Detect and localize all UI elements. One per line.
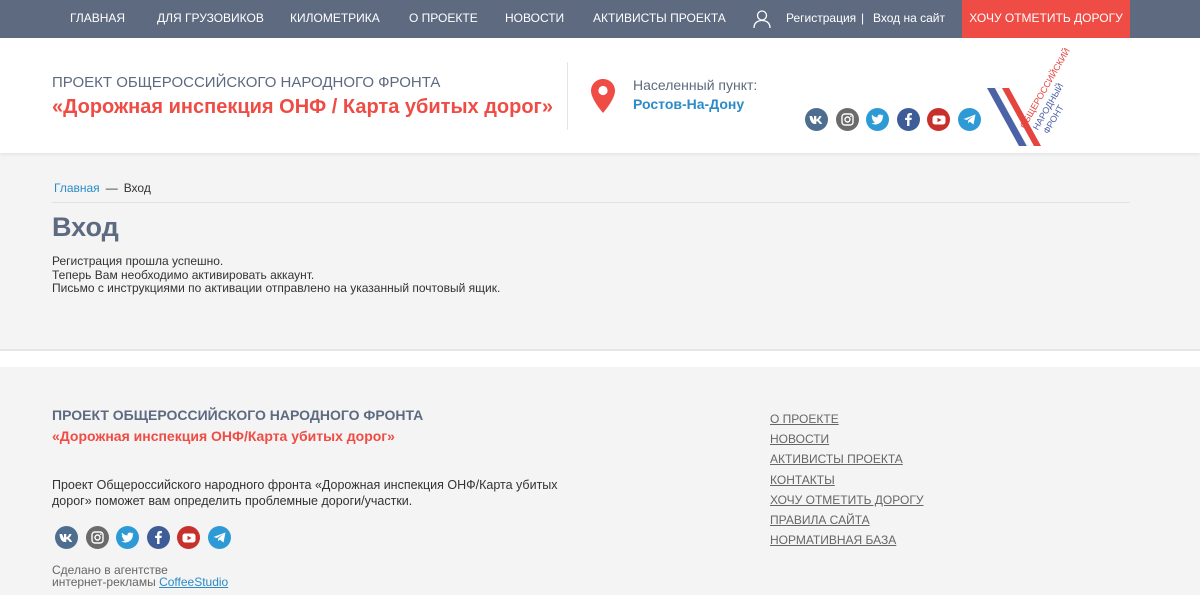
footer-link-news[interactable]: Новости xyxy=(770,432,923,452)
location-value[interactable]: Ростов-На-Дону xyxy=(633,96,744,112)
vk-icon[interactable] xyxy=(55,526,78,549)
site-footer: Проект общероссийского народного фронта … xyxy=(0,367,1200,595)
footer-project-line: Проект общероссийского народного фронта xyxy=(52,407,424,423)
instagram-icon[interactable] xyxy=(835,108,859,131)
location-label: Населенный пункт: xyxy=(633,77,758,93)
registration-message: Регистрация прошла успешно. Теперь Вам н… xyxy=(52,254,501,296)
top-navigation: Главная Для грузовиков Километрика О про… xyxy=(0,0,1200,38)
page-title: Вход xyxy=(52,212,119,242)
onf-logo[interactable]: ОБЩЕРОССИЙСКИЙ НАРОДНЫЙ ФРОНТ xyxy=(985,46,1110,146)
project-title[interactable]: «Дорожная инспекция ОНФ / Карта убитых д… xyxy=(52,96,553,119)
youtube-icon[interactable] xyxy=(177,526,200,549)
nav-kilometrika[interactable]: Километрика xyxy=(290,0,380,38)
site-header: Проект общероссийского народного фронта … xyxy=(0,38,1200,153)
footer-link-about[interactable]: О проекте xyxy=(770,412,923,432)
instagram-icon[interactable] xyxy=(85,526,109,549)
footer-link-activists[interactable]: Активисты проекта xyxy=(770,452,923,472)
message-line-3: Письмо с инструкциями по активации отпра… xyxy=(52,281,501,295)
agency-link[interactable]: CoffeeStudio xyxy=(159,575,228,589)
message-line-2: Теперь Вам необходимо активировать аккау… xyxy=(52,267,315,282)
login-link[interactable]: Вход на сайт xyxy=(873,0,945,38)
breadcrumb-current: Вход xyxy=(123,181,151,195)
nav-home[interactable]: Главная xyxy=(70,0,125,38)
youtube-icon[interactable] xyxy=(927,108,950,131)
footer-social-links xyxy=(55,526,238,549)
header-social-links xyxy=(805,108,988,131)
nav-for-trucks[interactable]: Для грузовиков xyxy=(157,0,264,38)
facebook-icon[interactable] xyxy=(896,108,920,131)
register-link[interactable]: Регистрация xyxy=(786,0,856,38)
footer-link-rules[interactable]: Правила сайта xyxy=(770,513,923,533)
breadcrumb-home-link[interactable]: Главная xyxy=(54,181,100,195)
message-line-1: Регистрация прошла успешно. xyxy=(52,254,224,268)
nav-activists[interactable]: Активисты проекта xyxy=(593,0,726,38)
footer-link-mark-road[interactable]: Хочу отметить дорогу xyxy=(770,493,923,513)
user-icon xyxy=(753,10,771,29)
footer-link-regulations[interactable]: Нормативная база xyxy=(770,533,923,553)
footer-link-contacts[interactable]: Контакты xyxy=(770,473,923,493)
breadcrumb-separator: — xyxy=(105,181,118,195)
twitter-icon[interactable] xyxy=(116,526,139,549)
breadcrumb: Главная — Вход xyxy=(54,181,151,195)
vk-icon[interactable] xyxy=(805,108,828,131)
made-by: Сделано в агентстве интернет-рекламы Cof… xyxy=(52,564,228,588)
nav-about[interactable]: О проекте xyxy=(409,0,478,38)
project-line: Проект общероссийского народного фронта xyxy=(52,74,441,91)
footer-project-title: «Дорожная инспекция ОНФ/Карта убитых дор… xyxy=(52,428,395,444)
section-gap xyxy=(0,351,1200,367)
telegram-icon[interactable] xyxy=(957,108,981,131)
content-divider xyxy=(52,202,1130,203)
footer-description: Проект Общероссийского народного фронта … xyxy=(52,478,558,508)
header-divider xyxy=(567,62,568,130)
twitter-icon[interactable] xyxy=(866,108,889,131)
telegram-icon[interactable] xyxy=(207,526,231,549)
mark-road-button[interactable]: Хочу отметить дорогу xyxy=(962,0,1130,38)
made-by-line-2: интернет-рекламы xyxy=(52,575,156,589)
footer-links: О проекте Новости Активисты проекта Конт… xyxy=(770,412,923,553)
auth-separator: | xyxy=(861,11,865,25)
location-pin-icon[interactable] xyxy=(590,78,616,114)
nav-news[interactable]: Новости xyxy=(505,0,564,38)
facebook-icon[interactable] xyxy=(146,526,170,549)
